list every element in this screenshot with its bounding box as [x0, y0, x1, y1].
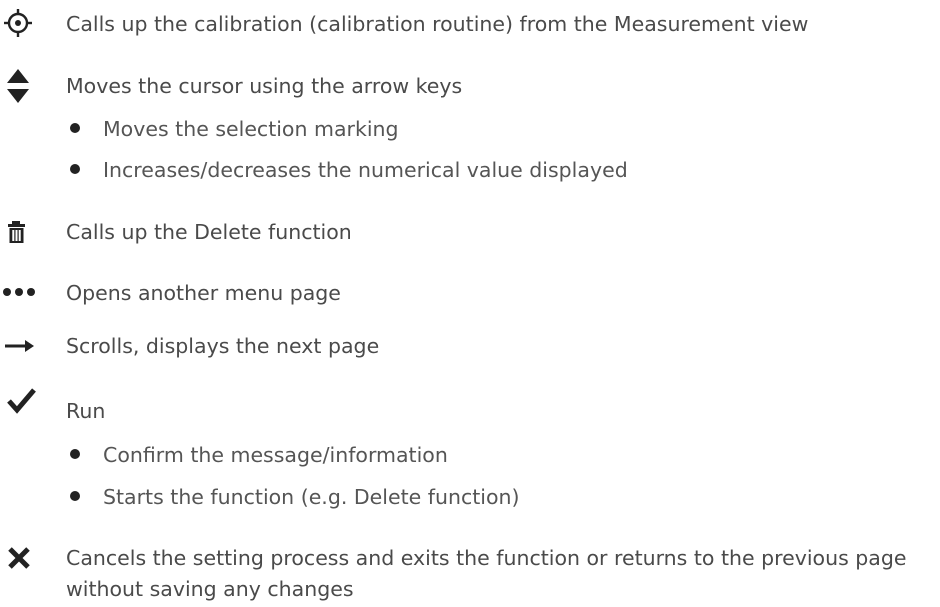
bullet-text: Confirm the message/information: [103, 443, 448, 467]
item-description: Run: [66, 399, 106, 423]
more-dots-icon: [0, 275, 40, 311]
item-description: Moves the cursor using the arrow keys: [66, 74, 463, 98]
item-description: Scrolls, displays the next page: [66, 334, 380, 358]
close-x-icon: [0, 540, 40, 576]
checkmark-icon: [0, 383, 40, 419]
bullet-dot: [70, 123, 80, 133]
bullet-text: Starts the function (e.g. Delete functio…: [103, 485, 520, 509]
bullet-dot: [70, 491, 80, 501]
trash-icon: [0, 214, 40, 250]
item-description: Calls up the Delete function: [66, 220, 352, 244]
item-description: Calls up the calibration (calibration ro…: [66, 12, 809, 36]
bullet-text: Increases/decreases the numerical value …: [103, 158, 628, 182]
item-description: Cancels the setting process and exits th…: [66, 546, 907, 601]
bullet-text: Moves the selection marking: [103, 117, 399, 141]
calibration-target-icon: [0, 6, 40, 42]
up-down-arrows-icon: [0, 68, 40, 104]
arrow-right-icon: [0, 328, 40, 364]
item-description: Opens another menu page: [66, 281, 341, 305]
bullet-dot: [70, 164, 80, 174]
bullet-dot: [70, 449, 80, 459]
